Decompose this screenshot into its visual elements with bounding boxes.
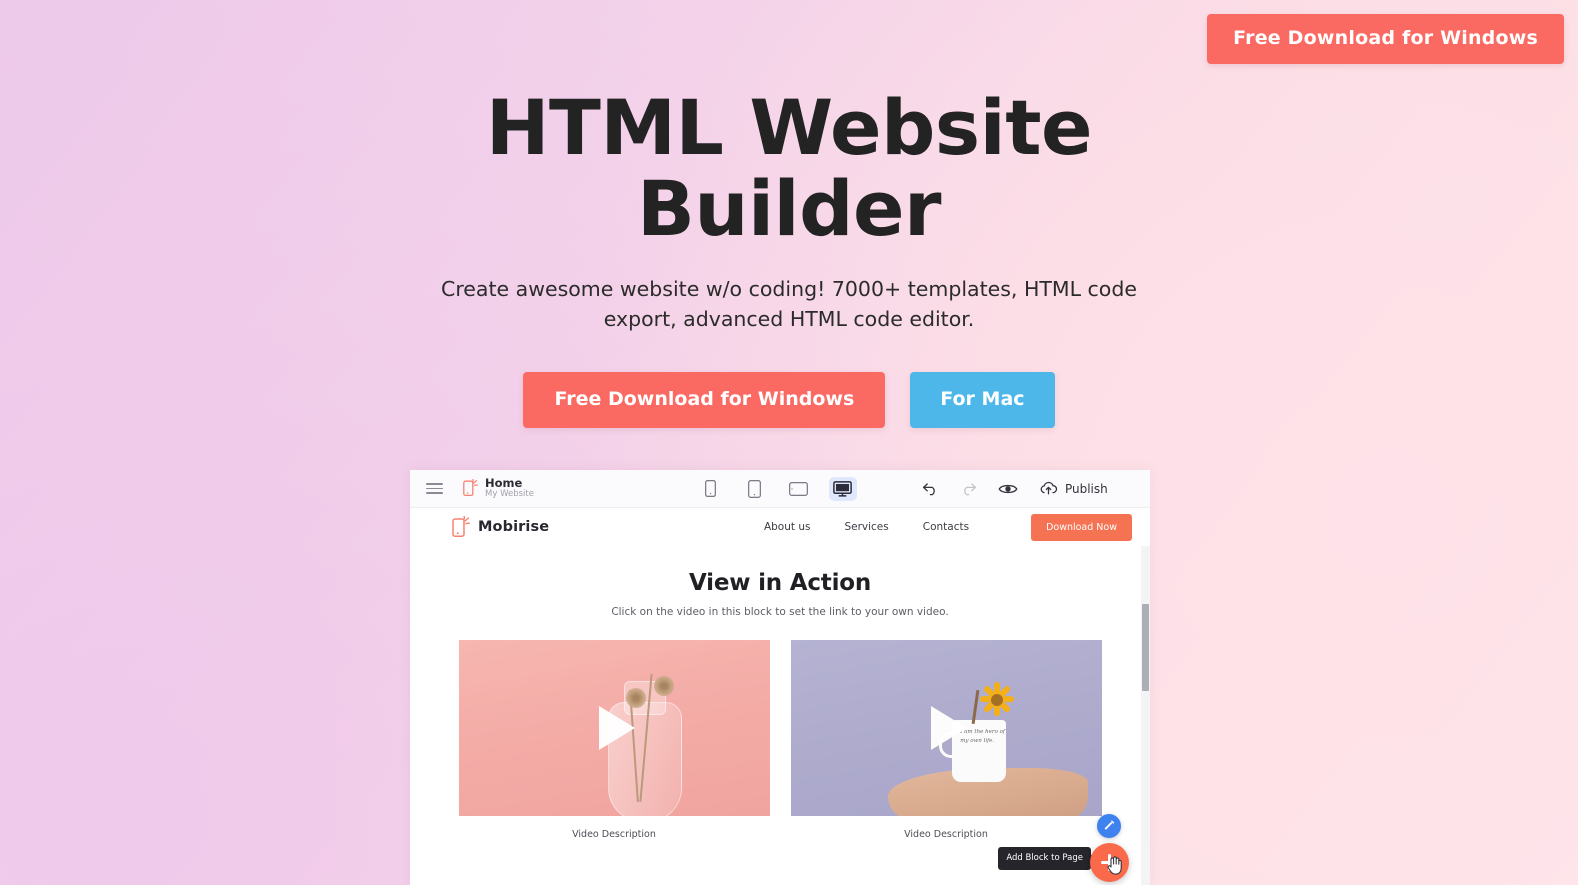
nav-download-now-button[interactable]: Download Now: [1031, 513, 1132, 541]
cloud-upload-icon: [1040, 481, 1058, 495]
play-triangle-icon[interactable]: [931, 706, 967, 750]
device-phone-button[interactable]: [697, 477, 725, 501]
hero-download-windows-button[interactable]: Free Download for Windows: [523, 371, 886, 428]
phone-icon: [705, 480, 717, 497]
pencil-edit-icon: [1104, 820, 1115, 830]
add-block-tooltip: Add Block to Page: [998, 847, 1096, 870]
hand-pointer-cursor-icon: [1107, 856, 1122, 875]
hamburger-menu-icon[interactable]: [426, 483, 443, 494]
site-navbar: Mobirise About us Services Contacts Down…: [410, 508, 1150, 546]
desktop-icon: [833, 480, 853, 497]
site-brand[interactable]: Mobirise: [452, 516, 549, 538]
redo-button[interactable]: [960, 482, 977, 496]
nav-link-about-us[interactable]: About us: [764, 521, 811, 533]
video-grid: Video Description I am the hero of my ow…: [410, 640, 1150, 840]
video-caption: Video Description: [904, 829, 988, 840]
mobirise-logo-icon: [463, 479, 478, 497]
flower-bloom-decor: [654, 676, 675, 696]
device-phablet-button[interactable]: [741, 477, 769, 501]
nav-link-services[interactable]: Services: [844, 521, 888, 533]
publish-button[interactable]: Publish: [1039, 481, 1108, 496]
video-caption: Video Description: [572, 829, 656, 840]
video-thumbnail-vase[interactable]: [458, 640, 770, 816]
nav-link-contacts[interactable]: Contacts: [923, 521, 969, 533]
tablet-icon: [789, 481, 809, 496]
site-nav-links: About us Services Contacts Download Now: [764, 513, 1132, 541]
undo-arrow-icon: [922, 482, 935, 495]
publish-label: Publish: [1064, 481, 1108, 496]
mobirise-logo-icon: [452, 516, 470, 537]
device-switcher: [697, 476, 857, 501]
redo-arrow-icon: [964, 482, 977, 495]
hero-for-mac-button[interactable]: For Mac: [910, 371, 1055, 428]
page-title-line-1: HTML Website: [485, 83, 1093, 172]
play-triangle-icon[interactable]: [599, 706, 635, 750]
video-card: Video Description: [458, 640, 770, 840]
site-brand-name: Mobirise: [478, 519, 550, 535]
video-card: I am the hero of my own life. Video Desc…: [790, 640, 1102, 840]
page-title: HTML Website Builder: [0, 87, 1578, 253]
page-title-line-2: Builder: [636, 163, 942, 253]
editor-canvas: View in Action Click on the video in thi…: [410, 546, 1150, 885]
editor-tools: Publish: [922, 481, 1108, 496]
canvas-scrollbar[interactable]: [1141, 546, 1150, 885]
hero-button-group: Free Download for Windows For Mac: [0, 371, 1578, 428]
hero-section: HTML Website Builder Create awesome webs…: [0, 0, 1578, 428]
project-site-name: My Website: [485, 489, 534, 500]
hero-subtitle: Create awesome website w/o coding! 7000+…: [441, 277, 1137, 331]
project-selector[interactable]: Home My Website: [463, 477, 534, 499]
section-subtitle: Click on the video in this block to set …: [611, 606, 949, 618]
app-screenshot: Home My Website Publish Mobirise About u…: [410, 470, 1150, 885]
mug-text: I am the hero of my own life.: [960, 729, 1005, 745]
daisy-decor: [977, 680, 1017, 720]
canvas-scrollbar-thumb[interactable]: [1142, 604, 1149, 691]
video-thumbnail-mug[interactable]: I am the hero of my own life.: [790, 640, 1102, 816]
editor-toolbar: Home My Website Publish: [410, 470, 1150, 508]
preview-button[interactable]: [998, 482, 1018, 496]
edit-block-fab[interactable]: [1097, 814, 1121, 838]
phablet-icon: [748, 479, 762, 498]
device-desktop-button[interactable]: [828, 476, 857, 501]
eye-preview-icon: [998, 484, 1018, 493]
section-title: View in Action: [688, 570, 872, 596]
device-tablet-button[interactable]: [785, 477, 813, 501]
undo-button[interactable]: [922, 482, 939, 496]
